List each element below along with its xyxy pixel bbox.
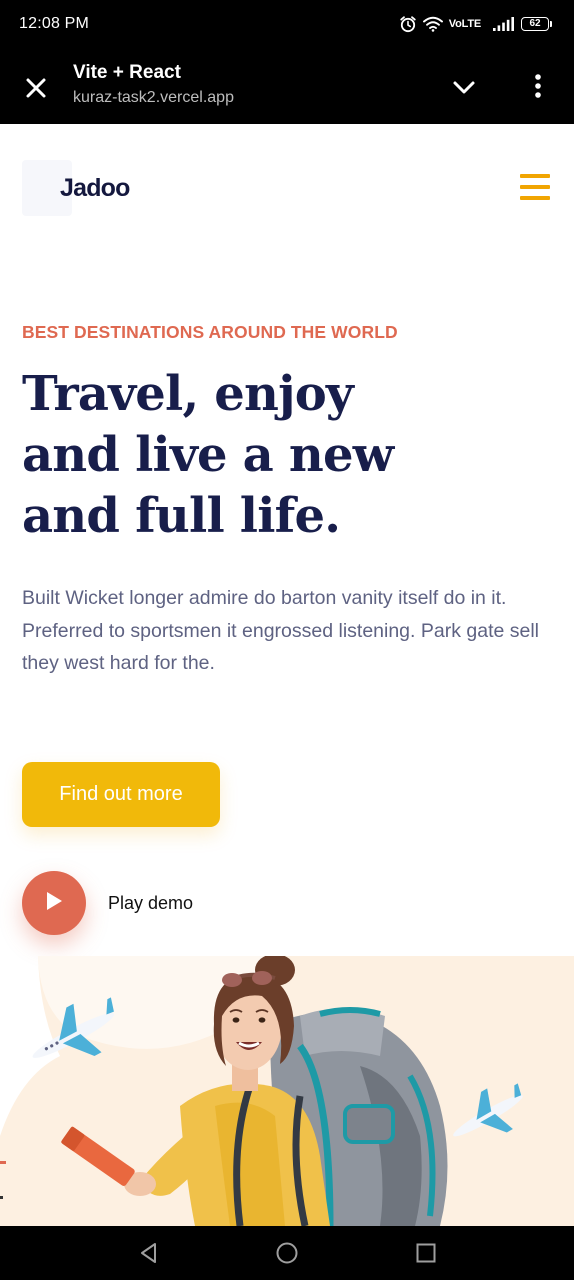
description-line: Preferred to sportsmen it engrossed list… (22, 619, 540, 675)
find-out-more-button[interactable]: Find out more (22, 762, 220, 827)
status-bar: 12:08 PM VoLTE 62 (0, 0, 574, 48)
logo-text: Jadoo (60, 173, 130, 202)
close-icon[interactable] (22, 74, 50, 102)
hero-headline: Travel, enjoy and live a new and full li… (22, 364, 452, 547)
page-url[interactable]: kuraz-task2.vercel.app (73, 89, 234, 107)
status-time: 12:08 PM (19, 15, 90, 32)
browser-titles: Vite + React kuraz-task2.vercel.app (73, 62, 234, 107)
back-icon[interactable] (137, 1241, 161, 1265)
status-icons: VoLTE 62 (399, 15, 552, 33)
battery-level: 62 (521, 17, 549, 31)
battery-icon: 62 (521, 17, 552, 31)
hero-description: Built Wicket longer admire do barton van… (22, 582, 554, 680)
site-logo[interactable]: Jadoo (22, 160, 130, 216)
traveller-illustration (0, 956, 574, 1226)
browser-toolbar: Vite + React kuraz-task2.vercel.app (0, 48, 574, 124)
signal-icon (493, 17, 515, 31)
play-button[interactable] (22, 871, 86, 935)
play-icon (44, 890, 64, 917)
page-title: Vite + React (73, 62, 181, 83)
headline-line: and full life. (22, 488, 341, 544)
headline-line: Travel, enjoy (22, 366, 354, 422)
description-line: Built Wicket longer admire do barton van… (22, 587, 507, 609)
chevron-down-icon[interactable] (450, 76, 478, 100)
play-demo-label: Play demo (108, 892, 194, 913)
hamburger-menu-icon[interactable] (520, 174, 550, 202)
alarm-icon (399, 15, 417, 33)
headline-line: and live a new (22, 427, 394, 483)
system-nav-bar (0, 1226, 574, 1280)
web-page: Jadoo BEST DESTINATIONS AROUND THE WORLD… (0, 124, 574, 1226)
recents-icon[interactable] (414, 1241, 438, 1265)
hero-eyebrow: BEST DESTINATIONS AROUND THE WORLD (22, 322, 398, 342)
screen: 12:08 PM VoLTE 62 Vite + React kuraz-tas… (0, 0, 574, 1280)
more-vert-icon[interactable] (526, 72, 550, 102)
play-demo[interactable]: Play demo (22, 871, 193, 935)
home-icon[interactable] (275, 1241, 299, 1265)
wifi-icon (422, 16, 443, 32)
volte-label: VoLTE (448, 18, 481, 30)
